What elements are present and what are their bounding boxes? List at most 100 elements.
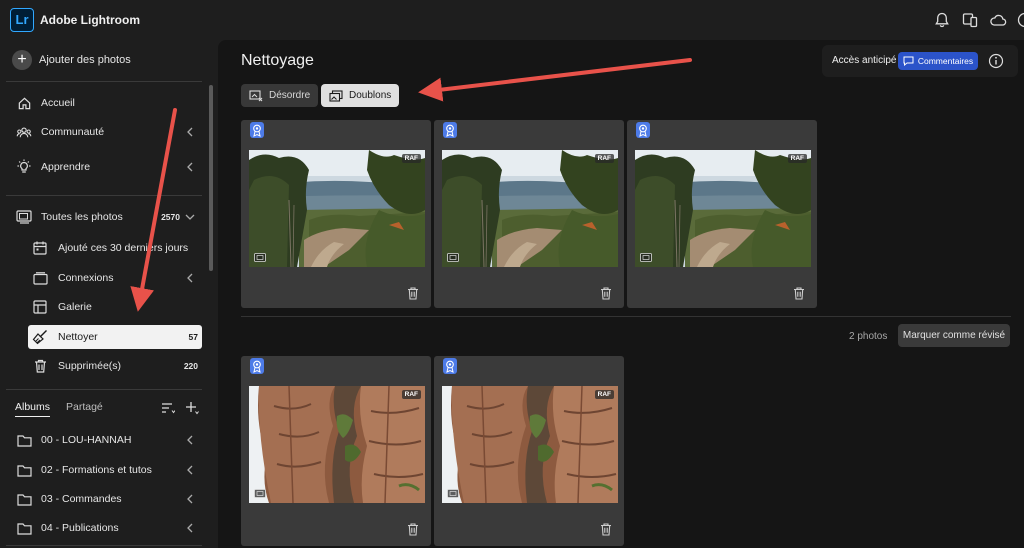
all-photos-count: 2570 (161, 212, 180, 222)
divider (6, 545, 202, 546)
chevron-left-icon[interactable] (184, 464, 196, 476)
photo-thumbnail[interactable]: RAF (442, 386, 618, 503)
nav-home-label: Accueil (41, 97, 75, 109)
nav-connections[interactable]: Connexions (6, 266, 202, 290)
comment-icon (903, 56, 914, 66)
nav-connections-label: Connexions (58, 272, 114, 284)
tab-shared[interactable]: Partagé (66, 401, 103, 413)
album-label: 00 - LOU-HANNAH (41, 434, 132, 446)
divider (6, 389, 202, 390)
filter-duplicates-button[interactable]: Doublons (321, 84, 400, 107)
gallery-icon (31, 298, 49, 316)
filter-duplicates-label: Doublons (349, 90, 392, 101)
trash-icon[interactable] (407, 287, 419, 300)
tab-albums[interactable]: Albums (15, 401, 51, 417)
nav-recent-label: Ajouté ces 30 derniers jours (58, 242, 189, 254)
photo-stack-icon (447, 489, 459, 498)
top-bar: Lr Adobe Lightroom (0, 0, 1024, 40)
chevron-left-icon[interactable] (184, 272, 196, 284)
cloud-icon[interactable] (989, 11, 1007, 29)
album-item[interactable]: 02 - Formations et tutos (6, 458, 202, 482)
app-title: Adobe Lightroom (40, 13, 140, 27)
calendar-icon (31, 239, 49, 257)
nav-all-photos[interactable]: Toutes les photos 2570 (6, 205, 202, 229)
album-item[interactable]: 00 - LOU-HANNAH (6, 428, 202, 452)
community-icon (15, 123, 33, 141)
album-item[interactable]: 03 - Commandes (6, 487, 202, 511)
album-item[interactable]: 04 - Publications (6, 516, 202, 540)
nav-deleted[interactable]: Supprimée(s) 220 (6, 354, 202, 378)
photo-card[interactable]: RAF (627, 120, 817, 308)
comments-button[interactable]: Commentaires (898, 52, 978, 70)
duplicates-icon (329, 89, 343, 102)
nav-home[interactable]: Accueil (6, 91, 202, 115)
chevron-left-icon[interactable] (184, 493, 196, 505)
best-pick-badge-icon[interactable] (443, 122, 457, 138)
format-badge: RAF (401, 154, 421, 163)
nav-cleanup-label: Nettoyer (58, 331, 98, 343)
add-photos-button[interactable]: + Ajouter des photos (12, 50, 131, 70)
nav-learn[interactable]: Apprendre (6, 155, 202, 179)
chevron-left-icon[interactable] (184, 161, 196, 173)
nav-all-photos-label: Toutes les photos (41, 211, 123, 223)
photo-thumbnail[interactable]: RAF (249, 386, 425, 503)
trash-icon[interactable] (600, 287, 612, 300)
add-album-icon[interactable] (185, 401, 199, 415)
photo-card[interactable]: RAF (434, 356, 624, 546)
nav-gallery[interactable]: Galerie (6, 295, 202, 319)
comments-label: Commentaires (917, 56, 974, 66)
page-title: Nettoyage (241, 52, 314, 69)
nav-cleanup[interactable]: Nettoyer 57 (28, 325, 202, 349)
broom-icon (31, 328, 49, 346)
filter-clutter-button[interactable]: Désordre (241, 84, 319, 107)
best-pick-badge-icon[interactable] (443, 358, 457, 374)
cleanup-count: 57 (188, 332, 198, 342)
photo-thumbnail[interactable]: RAF (442, 150, 618, 267)
lightroom-logo: Lr (10, 8, 34, 32)
folder-icon (15, 461, 33, 479)
album-label: 02 - Formations et tutos (41, 464, 152, 476)
add-photos-label: Ajouter des photos (39, 54, 131, 66)
albums-tabs: Albums Partagé (15, 401, 205, 419)
trash-icon[interactable] (793, 287, 805, 300)
chevron-left-icon[interactable] (184, 434, 196, 446)
photo-card[interactable]: RAF (241, 120, 431, 308)
best-pick-badge-icon[interactable] (250, 122, 264, 138)
chevron-left-icon[interactable] (184, 126, 196, 138)
trash-icon[interactable] (407, 523, 419, 536)
sidebar-scrollbar[interactable] (209, 85, 213, 271)
photos-icon (15, 208, 33, 226)
devices-icon[interactable] (961, 11, 979, 29)
nav-community[interactable]: Communauté (6, 120, 202, 144)
photo-card[interactable]: RAF (434, 120, 624, 308)
sort-icon[interactable] (161, 402, 175, 414)
nav-deleted-label: Supprimée(s) (58, 360, 122, 372)
help-icon[interactable] (1016, 11, 1024, 29)
nav-gallery-label: Galerie (58, 301, 92, 313)
early-access-panel: Accès anticipé Commentaires (822, 45, 1018, 77)
trash-icon[interactable] (600, 523, 612, 536)
chevron-left-icon[interactable] (184, 522, 196, 534)
format-badge: RAF (594, 390, 614, 399)
nav-recent-30-days[interactable]: Ajouté ces 30 derniers jours (6, 236, 202, 260)
photo-card[interactable]: RAF (241, 356, 431, 546)
deleted-count: 220 (183, 361, 198, 371)
clutter-icon (249, 89, 263, 101)
photo-thumbnail[interactable]: RAF (635, 150, 811, 267)
divider (6, 195, 202, 196)
info-icon[interactable] (988, 53, 1004, 69)
photo-stack-icon (447, 253, 459, 262)
folder-icon (15, 431, 33, 449)
filter-clutter-label: Désordre (269, 90, 311, 101)
chevron-down-icon[interactable] (184, 211, 196, 223)
album-label: 04 - Publications (41, 522, 119, 534)
album-label: 03 - Commandes (41, 493, 122, 505)
best-pick-badge-icon[interactable] (636, 122, 650, 138)
bell-icon[interactable] (933, 11, 951, 29)
format-badge: RAF (401, 390, 421, 399)
best-pick-badge-icon[interactable] (250, 358, 264, 374)
photo-thumbnail[interactable]: RAF (249, 150, 425, 267)
group-separator (241, 316, 1011, 317)
mark-reviewed-button[interactable]: Marquer comme révisé (898, 324, 1010, 347)
format-badge: RAF (594, 154, 614, 163)
